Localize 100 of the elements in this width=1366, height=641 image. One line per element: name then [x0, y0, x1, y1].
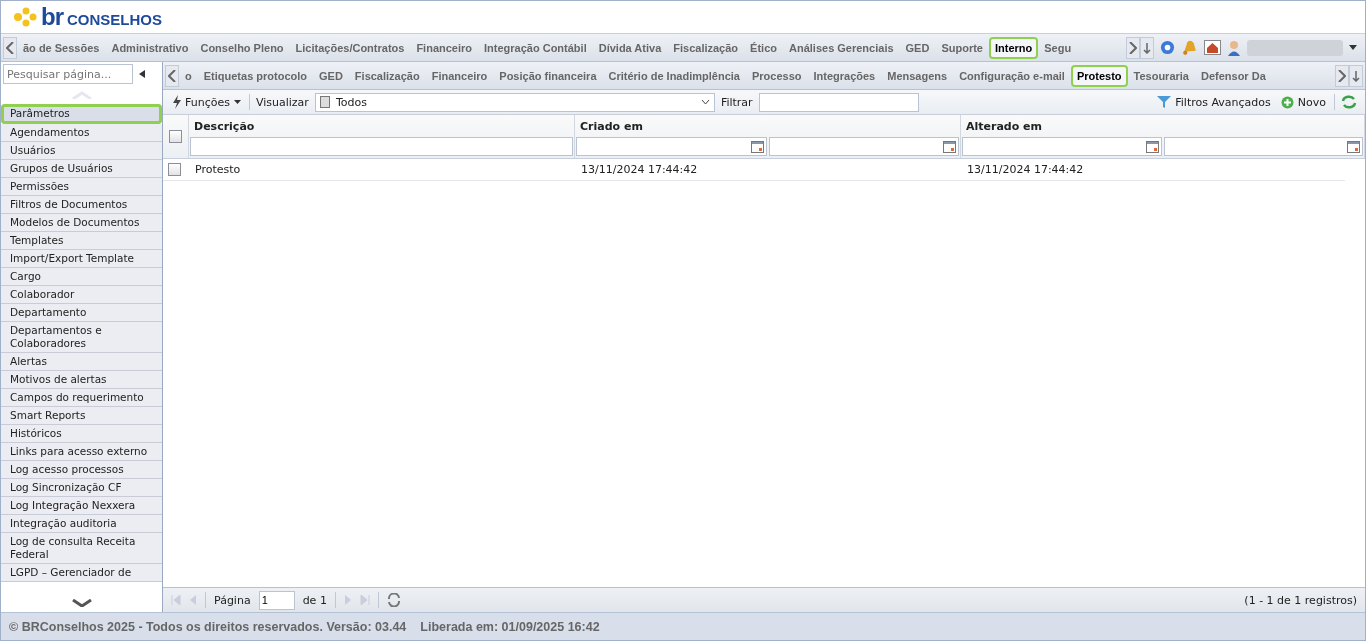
scroll-left-button[interactable]	[165, 64, 179, 87]
tab[interactable]: Financeiro	[425, 64, 494, 87]
tab[interactable]: Licitações/Contratos	[289, 36, 411, 59]
scroll-right-button[interactable]	[1126, 36, 1140, 59]
caret-icon[interactable]	[1349, 45, 1357, 50]
sidebar-item[interactable]: Log Sincronização CF	[1, 479, 162, 497]
calendar-icon[interactable]	[1347, 140, 1360, 153]
date-filter-field[interactable]	[1163, 137, 1363, 156]
sidebar-item[interactable]: Integração auditoria	[1, 515, 162, 533]
tab[interactable]: ão de Sessões	[17, 36, 106, 59]
column-header[interactable]: Criado em	[576, 117, 959, 134]
sidebar-item[interactable]: Departamento	[1, 304, 162, 322]
tab[interactable]: Mensagens	[881, 64, 954, 87]
tab[interactable]: Suporte	[935, 36, 989, 59]
logo-text: br	[41, 3, 63, 31]
sidebar-item[interactable]: Links para acesso externo	[1, 443, 162, 461]
chevron-down-icon[interactable]	[70, 599, 93, 607]
scroll-left-button[interactable]	[3, 36, 17, 59]
collapse-icon[interactable]	[139, 70, 145, 78]
scroll-right-button[interactable]	[1335, 64, 1349, 87]
sidebar-item[interactable]: Históricos	[1, 425, 162, 443]
filter-field[interactable]	[758, 92, 919, 112]
scroll-down-button[interactable]	[1140, 36, 1154, 59]
sidebar-item[interactable]: Permissões	[1, 178, 162, 196]
tab[interactable]: Critério de Inadimplência	[602, 64, 746, 87]
page-count: de 1	[302, 593, 327, 607]
caret-icon	[233, 100, 241, 104]
user-icon[interactable]	[1227, 39, 1241, 56]
chevron-down-icon	[700, 99, 710, 105]
refresh-icon[interactable]	[386, 593, 401, 607]
tab[interactable]: GED	[899, 36, 936, 59]
page-field[interactable]: 1	[258, 590, 295, 610]
sidebar-item[interactable]: Import/Export Template	[1, 250, 162, 268]
tab[interactable]: Etiquetas protocolo	[197, 64, 313, 87]
tab[interactable]: Ético	[744, 36, 783, 59]
sidebar-item[interactable]: LGPD – Gerenciador de	[1, 564, 162, 582]
sidebar-item[interactable]: Campos do requerimento	[1, 389, 162, 407]
sidebar-item[interactable]: Modelos de Documentos	[1, 214, 162, 232]
tab[interactable]: Segu	[1038, 36, 1078, 59]
date-filter-field[interactable]	[962, 137, 1162, 156]
chevron-right-icon	[1338, 69, 1346, 82]
sidebar-item[interactable]: Log de consulta Receita Federal	[1, 533, 162, 564]
home-icon[interactable]	[1204, 40, 1221, 55]
sidebar-item[interactable]: Colaborador	[1, 286, 162, 304]
calendar-icon[interactable]	[750, 140, 764, 153]
date-filter-field[interactable]	[576, 137, 767, 156]
advanced-filters-button[interactable]: Filtros Avançados	[1155, 95, 1273, 109]
calendar-icon[interactable]	[1145, 140, 1159, 153]
tab[interactable]: Tesouraria	[1127, 64, 1195, 87]
help-icon[interactable]	[1160, 40, 1175, 55]
calendar-icon[interactable]	[943, 140, 956, 153]
tab[interactable]: Defensor Da	[1194, 64, 1272, 87]
sidebar-item[interactable]: Smart Reports	[1, 407, 162, 425]
bell-icon[interactable]	[1181, 39, 1198, 56]
tab[interactable]: Fiscalização	[348, 64, 426, 87]
sidebar-item[interactable]: Templates	[1, 232, 162, 250]
scroll-down-button[interactable]	[1349, 64, 1363, 87]
refresh-icon[interactable]	[1341, 95, 1357, 109]
tab[interactable]: Fiscalização	[667, 36, 745, 59]
tab[interactable]: Interno	[988, 36, 1039, 59]
tab[interactable]: o	[179, 64, 198, 87]
sidebar-item[interactable]: Cargo	[1, 268, 162, 286]
sidebar-item[interactable]: Log acesso processos	[1, 461, 162, 479]
tab[interactable]: Administrativo	[105, 36, 195, 59]
tab[interactable]: Dívida Ativa	[592, 36, 668, 59]
date-filter-field[interactable]	[768, 137, 959, 156]
column-header[interactable]: Descrição	[190, 117, 573, 134]
logo-dots-icon	[13, 7, 37, 27]
sidebar-item[interactable]: Filtros de Documentos	[1, 196, 162, 214]
search-field[interactable]: Pesquisar página...	[3, 64, 133, 84]
sidebar-item[interactable]: Motivos de alertas	[1, 371, 162, 389]
tab[interactable]: Integração Contábil	[478, 36, 593, 59]
sidebar-item[interactable]: Departamentos e Colaboradores	[1, 322, 162, 353]
sidebar-item[interactable]: Alertas	[1, 353, 162, 371]
sidebar-item[interactable]: Grupos de Usuários	[1, 160, 162, 178]
filter-field[interactable]	[190, 137, 573, 156]
functions-button[interactable]: Funções	[171, 95, 243, 109]
copyright-text: © BRConselhos 2025 - Todos os direitos reservados. Versão: 03.44	[9, 619, 407, 634]
select-all-checkbox[interactable]	[169, 130, 182, 143]
column-header[interactable]: Alterado em	[962, 117, 1363, 134]
sidebar-item[interactable]: Log Integração Nexxera	[1, 497, 162, 515]
page-label: Página	[214, 593, 251, 607]
sidebar-item[interactable]: Usuários	[1, 142, 162, 160]
new-button[interactable]: Novo	[1278, 95, 1328, 109]
tab[interactable]: Análises Gerenciais	[783, 36, 900, 59]
tab[interactable]: Integrações	[807, 64, 882, 87]
records-summary: (1 - 1 de 1 registros)	[1244, 593, 1357, 607]
tab[interactable]: Protesto	[1070, 64, 1128, 87]
sidebar-item[interactable]: Agendamentos	[1, 124, 162, 142]
tab[interactable]: Processo	[745, 64, 808, 87]
tab[interactable]: Conselho Pleno	[194, 36, 290, 59]
tab[interactable]: Financeiro	[410, 36, 478, 59]
sidebar-item[interactable]: Parâmetros	[1, 104, 162, 124]
tab[interactable]: Posição financeira	[493, 64, 603, 87]
tab[interactable]: Configuração e-mail	[953, 64, 1071, 87]
chevron-left-icon	[168, 69, 176, 82]
tab[interactable]: GED	[313, 64, 349, 87]
row-checkbox[interactable]	[168, 163, 181, 176]
plus-icon	[1280, 95, 1294, 109]
view-select[interactable]: Todos	[314, 92, 715, 112]
